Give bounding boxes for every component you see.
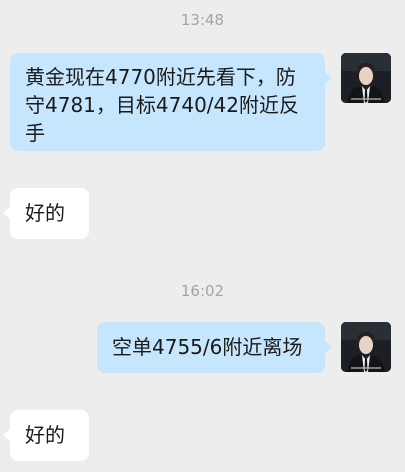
person-icon xyxy=(341,53,391,103)
message-text: 好的 xyxy=(25,201,65,225)
message-text: 空单4755/6附近离场 xyxy=(112,335,303,359)
message-text: 黄金现在4770附近先看下，防守4781，目标4740/42附近反手 xyxy=(25,65,299,145)
bubble-tail xyxy=(3,206,11,220)
outgoing-message-bubble[interactable]: 空单4755/6附近离场 xyxy=(97,322,332,373)
user-avatar[interactable] xyxy=(341,322,391,372)
user-avatar[interactable] xyxy=(341,53,391,103)
bubble-tail xyxy=(3,428,11,442)
incoming-message-bubble[interactable]: 好的 xyxy=(3,188,89,239)
incoming-message-bubble[interactable]: 好的 xyxy=(3,410,89,461)
person-icon xyxy=(341,322,391,372)
bubble-tail xyxy=(324,71,332,85)
outgoing-message-bubble[interactable]: 黄金现在4770附近先看下，防守4781，目标4740/42附近反手 xyxy=(10,53,332,151)
bubble-tail xyxy=(324,340,332,354)
timestamp: 13:48 xyxy=(180,11,225,29)
message-text: 好的 xyxy=(25,423,65,447)
timestamp: 16:02 xyxy=(180,282,225,300)
chat-message-list[interactable]: 13:48 黄金现在4770附近先看下，防守4781，目标4740/42附近反手… xyxy=(0,0,405,472)
